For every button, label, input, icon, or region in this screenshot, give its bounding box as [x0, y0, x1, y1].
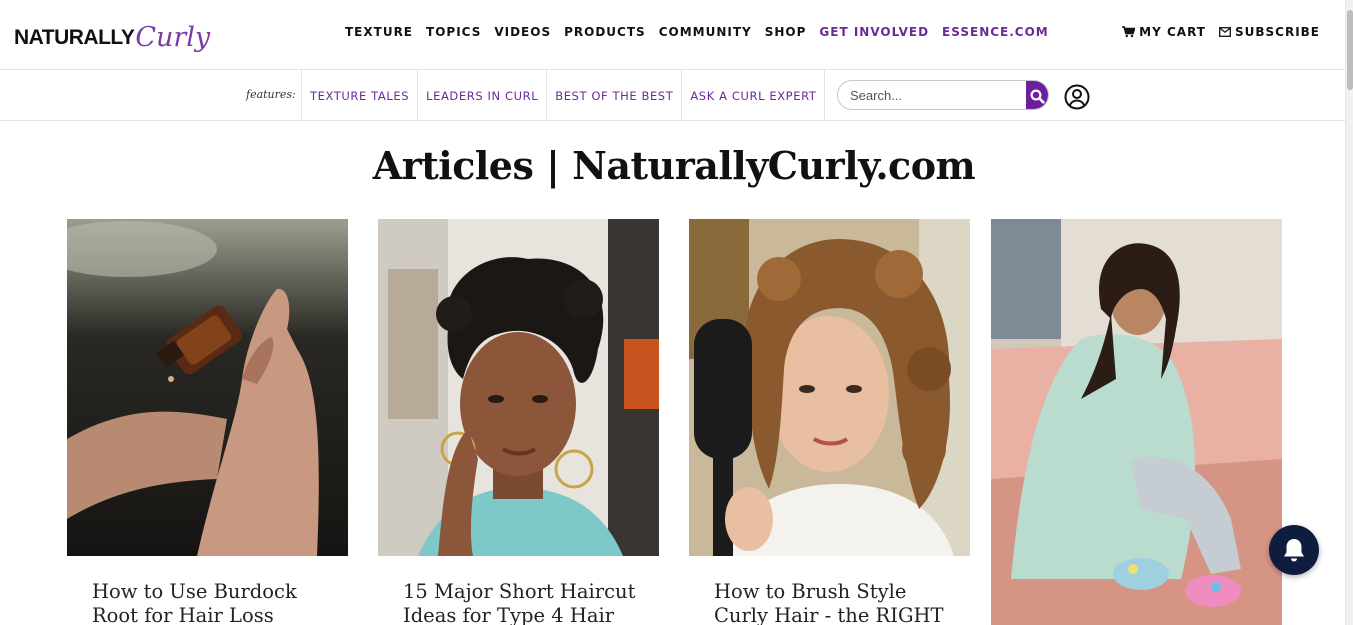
article-image-curly-brush[interactable]: [689, 219, 970, 556]
notification-bell-button[interactable]: [1269, 525, 1319, 575]
cart-icon: [1122, 26, 1136, 38]
article-title[interactable]: How to Use Burdock Root for Hair Loss: [92, 580, 332, 625]
features-label: features:: [246, 88, 296, 101]
subscribe-link[interactable]: SUBSCRIBE: [1219, 25, 1320, 39]
article-card[interactable]: How to Use Burdock Root for Hair Loss: [67, 219, 348, 625]
features-bar: features: TEXTURE TALES LEADERS IN CURL …: [0, 70, 1345, 121]
nav-essence[interactable]: ESSENCE.COM: [942, 25, 1049, 39]
feature-link-leaders-in-curl[interactable]: LEADERS IN CURL: [417, 70, 546, 121]
feature-link-ask-a-curl-expert[interactable]: ASK A CURL EXPERT: [681, 70, 826, 121]
search-icon: [1029, 88, 1045, 104]
bell-icon: [1284, 539, 1304, 562]
logo-text-curly: Curly: [135, 22, 211, 53]
promo-card[interactable]: [991, 219, 1282, 625]
article-image-short-haircut[interactable]: [378, 219, 659, 556]
article-image-oil-dropper[interactable]: [67, 219, 348, 556]
nav-videos[interactable]: VIDEOS: [494, 25, 551, 39]
nav-texture[interactable]: TEXTURE: [345, 25, 413, 39]
nav-community[interactable]: COMMUNITY: [659, 25, 752, 39]
page-title: Articles | NaturallyCurly.com: [372, 143, 976, 188]
article-title[interactable]: How to Brush Style Curly Hair - the RIGH…: [714, 580, 954, 625]
feature-link-best-of-the-best[interactable]: BEST OF THE BEST: [546, 70, 681, 121]
feature-link-texture-tales[interactable]: TEXTURE TALES: [301, 70, 417, 121]
utility-nav: MY CART SUBSCRIBE: [1109, 25, 1320, 39]
my-cart-link[interactable]: MY CART: [1122, 25, 1206, 39]
envelope-icon: [1219, 27, 1231, 37]
main-nav: TEXTURE TOPICS VIDEOS PRODUCTS COMMUNITY…: [345, 25, 1062, 39]
my-cart-label: MY CART: [1139, 25, 1206, 39]
search-box: [837, 80, 1049, 110]
nav-get-involved[interactable]: GET INVOLVED: [819, 25, 929, 39]
account-button[interactable]: [1064, 84, 1090, 115]
site-header: NATURALLY Curly TEXTURE TOPICS VIDEOS PR…: [0, 0, 1345, 70]
nav-products[interactable]: PRODUCTS: [564, 25, 646, 39]
nav-shop[interactable]: SHOP: [765, 25, 807, 39]
nav-topics[interactable]: TOPICS: [426, 25, 481, 39]
subscribe-label: SUBSCRIBE: [1234, 25, 1320, 39]
features-links: TEXTURE TALES LEADERS IN CURL BEST OF TH…: [301, 70, 826, 121]
promo-image-model-clogs[interactable]: [991, 219, 1282, 625]
article-card[interactable]: 15 Major Short Haircut Ideas for Type 4 …: [378, 219, 659, 625]
page-scrollbar[interactable]: [1345, 0, 1353, 625]
user-circle-icon: [1064, 84, 1090, 110]
article-title[interactable]: 15 Major Short Haircut Ideas for Type 4 …: [403, 580, 643, 625]
search-input[interactable]: [838, 81, 1026, 109]
site-logo[interactable]: NATURALLY Curly: [14, 14, 210, 58]
article-card[interactable]: How to Brush Style Curly Hair - the RIGH…: [689, 219, 970, 625]
scrollbar-thumb[interactable]: [1347, 10, 1353, 90]
logo-text-naturally: NATURALLY: [14, 26, 135, 49]
